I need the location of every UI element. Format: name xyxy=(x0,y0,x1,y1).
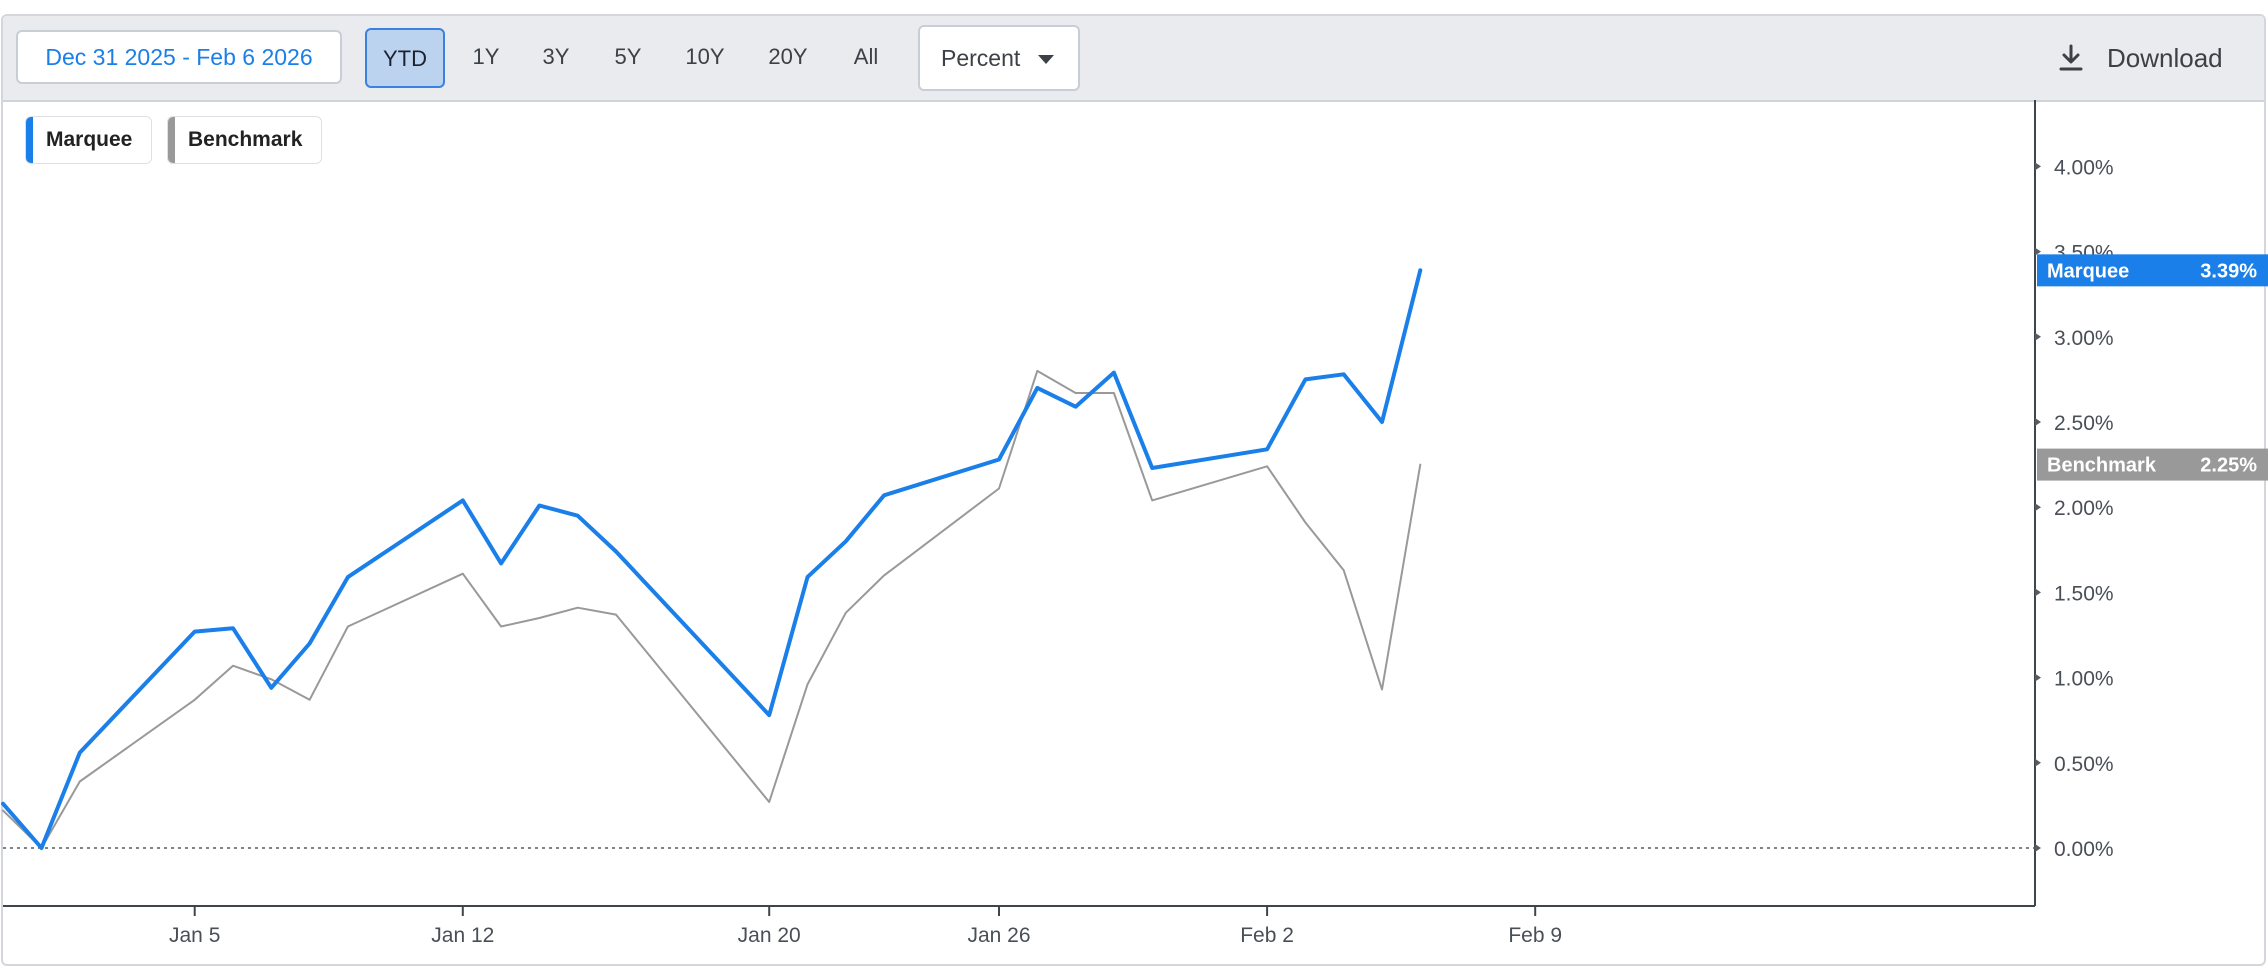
y-tick-label: 0.50% xyxy=(2054,753,2114,776)
y-tick-label: 4.00% xyxy=(2054,156,2114,179)
y-tick-label: 1.00% xyxy=(2054,668,2114,691)
y-tick-label: 0.00% xyxy=(2054,838,2114,861)
y-tick-mark xyxy=(2035,162,2041,171)
series-line-marquee xyxy=(1,268,1423,850)
line-chart: 0.00%0.50%1.00%1.50%2.00%2.50%3.00%3.50%… xyxy=(1,100,2268,947)
y-tick-mark xyxy=(2035,758,2041,767)
chart-series xyxy=(1,268,1423,850)
y-tick-mark xyxy=(2035,588,2041,597)
end-label-value: 2.25% xyxy=(2200,455,2257,477)
x-tick-label: Jan 26 xyxy=(967,924,1030,947)
y-tick-mark xyxy=(2035,418,2041,426)
end-value-labels: Marquee 3.39% Benchmark 2.25% xyxy=(2037,254,2268,481)
chart-axes: 0.00%0.50%1.00%1.50%2.00%2.50%3.00%3.50%… xyxy=(3,100,2114,947)
y-tick-mark xyxy=(2035,673,2041,682)
y-tick-label: 3.00% xyxy=(2054,327,2114,350)
y-tick-label: 1.50% xyxy=(2054,582,2114,605)
y-tick-mark xyxy=(2035,844,2041,852)
y-tick-label: 2.00% xyxy=(2054,497,2114,520)
x-tick-label: Feb 9 xyxy=(1508,924,1562,947)
x-tick-label: Jan 12 xyxy=(431,924,494,947)
end-label-value: 3.39% xyxy=(2200,260,2257,282)
end-label-name: Marquee xyxy=(2047,260,2129,282)
series-line-benchmark xyxy=(2,369,1422,849)
y-tick-mark xyxy=(2035,332,2041,341)
y-tick-mark xyxy=(2035,503,2041,512)
end-label-name: Benchmark xyxy=(2047,455,2157,477)
x-tick-label: Feb 2 xyxy=(1240,924,1294,947)
x-tick-label: Jan 20 xyxy=(738,924,801,947)
y-tick-label: 2.50% xyxy=(2054,412,2114,435)
x-tick-label: Jan 5 xyxy=(169,924,220,947)
